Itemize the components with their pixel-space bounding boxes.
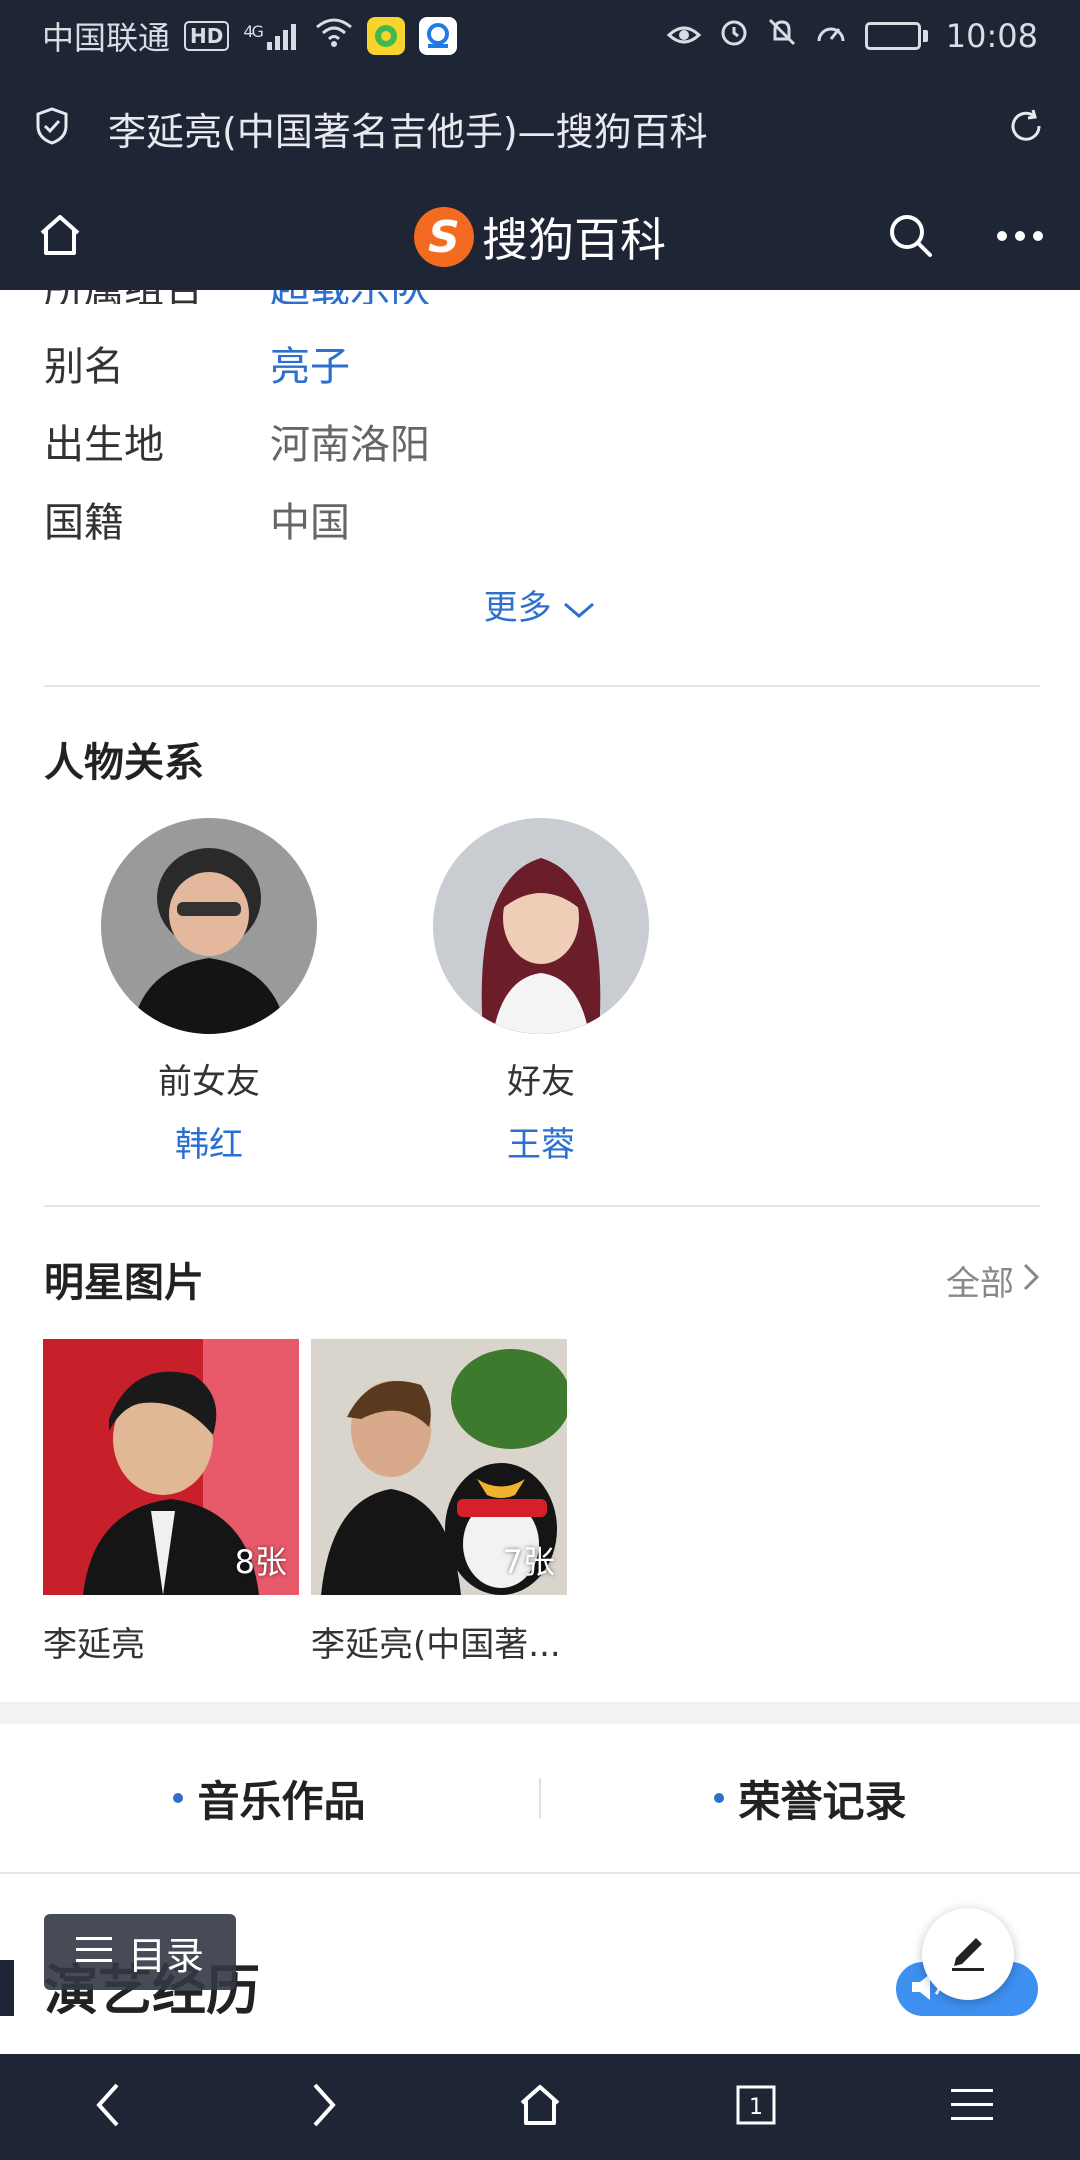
person-name[interactable]: 王蓉 — [431, 1117, 651, 1166]
info-value[interactable]: 超载乐队 — [270, 290, 430, 304]
home-button[interactable] — [490, 2067, 590, 2147]
avatar — [101, 818, 317, 1034]
chevron-right-icon — [309, 2081, 339, 2133]
tab-label: 音乐作品 — [197, 1776, 366, 1826]
section-gap — [0, 1702, 1080, 1724]
eye-icon — [666, 17, 701, 55]
divider — [44, 685, 1040, 687]
tab-label: 荣誉记录 — [738, 1776, 907, 1826]
info-key: 所属组合 — [44, 290, 270, 304]
back-button[interactable] — [58, 2067, 158, 2147]
avatar — [433, 818, 649, 1034]
menu-icon — [75, 1930, 112, 1974]
toc-button[interactable]: 目录 — [44, 1914, 236, 1990]
alarm-icon — [719, 17, 749, 55]
section-marker — [0, 1960, 14, 2016]
refresh-icon[interactable] — [1006, 106, 1046, 150]
forward-button[interactable] — [274, 2067, 374, 2147]
tabs-button[interactable]: 1 — [706, 2067, 806, 2147]
photo-count: 7张 — [502, 1543, 555, 1581]
chevron-right-icon — [1022, 1261, 1040, 1301]
home-icon — [516, 2081, 564, 2133]
bottom-nav: 1 — [0, 2054, 1080, 2160]
bullet-dot — [173, 1793, 184, 1803]
menu-button[interactable] — [922, 2067, 1022, 2147]
home-icon[interactable] — [36, 211, 84, 263]
music-app-icon — [366, 17, 405, 55]
relation-type: 好友 — [507, 1062, 575, 1102]
more-button[interactable]: 更多 — [0, 580, 1080, 629]
chevron-down-icon — [562, 588, 596, 628]
cut-row: 所属组合 超载乐队 — [0, 290, 1080, 304]
photo-caption[interactable]: 李延亮 — [43, 1617, 145, 1666]
battery-level: 11 — [880, 25, 906, 46]
nav-bar: S 搜狗百科 — [0, 184, 1080, 290]
relation-type: 前女友 — [158, 1062, 260, 1102]
person-name[interactable]: 韩红 — [99, 1117, 319, 1166]
pencil-icon — [946, 1930, 990, 1978]
clock: 10:08 — [945, 17, 1038, 55]
wifi-icon — [315, 17, 353, 55]
hamburger-icon — [951, 2087, 993, 2127]
chevron-left-icon — [93, 2081, 123, 2133]
speed-icon — [815, 17, 847, 55]
title-bar: 李延亮(中国著名吉他手)—搜狗百科 — [0, 72, 1080, 184]
info-row-birthplace: 出生地 河南洛阳 — [44, 412, 430, 470]
photo-album[interactable]: 8张 — [43, 1339, 299, 1595]
signal-icon: 4G — [243, 22, 301, 50]
brand[interactable]: S 搜狗百科 — [414, 204, 666, 270]
brand-name: 搜狗百科 — [482, 213, 666, 267]
info-value-link[interactable]: 亮子 — [270, 334, 350, 392]
info-value: 河南洛阳 — [270, 422, 430, 468]
more-label: 更多 — [483, 588, 552, 628]
bullet-dot — [714, 1793, 725, 1803]
battery-icon: 11 — [864, 22, 928, 50]
info-row-nationality: 国籍 中国 — [44, 490, 350, 548]
network-type: 4G — [243, 22, 264, 41]
brand-logo: S — [414, 207, 474, 267]
carrier-label: 中国联通 — [42, 19, 171, 57]
photo-album[interactable]: 7张 — [311, 1339, 567, 1595]
mute-icon — [767, 17, 797, 55]
relations-title: 人物关系 — [44, 740, 204, 786]
tab-honors[interactable]: 荣誉记录 — [541, 1768, 1080, 1829]
edit-button[interactable] — [922, 1908, 1014, 2000]
photos-title: 明星图片 — [44, 1260, 204, 1306]
shield-check-icon[interactable] — [34, 106, 70, 150]
info-key: 出生地 — [44, 422, 164, 468]
relation-card[interactable]: 前女友 韩红 — [99, 818, 319, 1166]
photo-count: 8张 — [234, 1543, 287, 1581]
divider — [44, 1205, 1040, 1207]
info-value: 中国 — [270, 500, 350, 546]
toc-label: 目录 — [127, 1933, 204, 1978]
info-key: 国籍 — [44, 500, 124, 546]
all-label: 全部 — [946, 1264, 1014, 1304]
all-photos-link[interactable]: 全部 — [946, 1256, 1040, 1305]
info-key: 别名 — [44, 344, 124, 390]
search-icon[interactable] — [886, 211, 934, 263]
content-tabs: 音乐作品 荣誉记录 — [0, 1724, 1080, 1874]
more-dots-icon[interactable] — [996, 228, 1044, 247]
photo-caption[interactable]: 李延亮(中国著... — [311, 1617, 561, 1666]
news-app-icon — [418, 17, 457, 55]
info-row-alias: 别名 亮子 — [44, 334, 350, 392]
tab-music-works[interactable]: 音乐作品 — [0, 1768, 539, 1829]
info-row-group: 所属组合 超载乐队 — [44, 290, 430, 304]
page-title: 李延亮(中国著名吉他手)—搜狗百科 — [108, 109, 708, 154]
hd-badge: HD — [184, 21, 230, 51]
svg-text:1: 1 — [749, 2095, 763, 2120]
tab-count-icon: 1 — [735, 2084, 777, 2130]
relation-card[interactable]: 好友 王蓉 — [431, 818, 651, 1166]
status-bar: 中国联通 HD 4G 11 10:08 — [0, 0, 1080, 72]
